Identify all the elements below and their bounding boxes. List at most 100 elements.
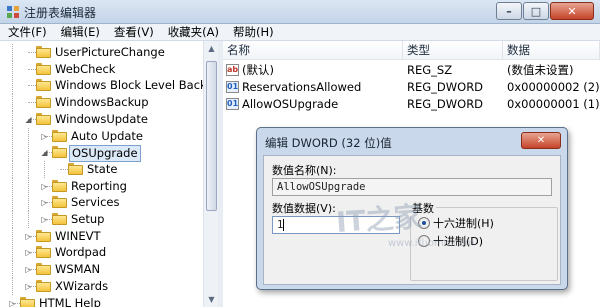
tree-guide-line	[28, 127, 29, 145]
tree-guide-line	[12, 211, 13, 228]
tree-node-label: OSUpgrade	[69, 145, 141, 163]
close-icon: ✕	[567, 4, 577, 18]
maximize-icon: □	[530, 4, 542, 18]
tree-node[interactable]: ▷ Reporting	[0, 177, 203, 195]
folder-icon	[36, 46, 51, 58]
tree-guide-line	[12, 261, 13, 279]
close-button[interactable]: ✕	[550, 2, 594, 20]
folder-icon	[36, 96, 51, 109]
expand-arrow-icon[interactable]: ▷	[40, 182, 49, 191]
tree-scrollbar[interactable]: ▲ ▼	[203, 41, 218, 307]
folder-icon	[52, 196, 67, 209]
watermark-logo: IT之家	[335, 200, 423, 239]
window-title: 注册表编辑器	[24, 6, 97, 20]
expand-arrow-icon[interactable]: ▷	[24, 282, 33, 291]
tree-node-label: UserPictureChange	[55, 45, 165, 59]
value-type-cell: REG_DWORD	[407, 97, 484, 111]
menu-view[interactable]: 查看(V)	[106, 24, 160, 40]
tree-node-label: Auto Update	[71, 128, 144, 143]
tree-node-label: Wordpad	[55, 245, 107, 260]
tree-guide-line	[12, 277, 13, 295]
value-type-cell: REG_DWORD	[407, 80, 484, 94]
value-data-cell: 0x00000002 (2)	[507, 80, 600, 94]
folder-icon	[36, 279, 51, 292]
dword-value-icon: 01	[226, 98, 239, 110]
scroll-thumb[interactable]	[206, 61, 217, 211]
value-name-cell: AllowOSUpgrade	[242, 97, 339, 111]
menu-file[interactable]: 文件(F)	[0, 24, 53, 40]
menu-help[interactable]: 帮助(H)	[225, 24, 280, 40]
tree-node-label: WINEVT	[55, 228, 101, 243]
folder-icon	[36, 62, 51, 75]
value-data-cell: (数值未设置)	[507, 63, 574, 77]
folder-icon	[52, 213, 67, 225]
ithome-watermark: IT之家 www.ithome.com	[335, 198, 474, 258]
tree-guide-line	[12, 110, 13, 128]
value-data-cell: 0x00000001 (1)	[507, 97, 600, 111]
expand-arrow-icon[interactable]: ▷	[40, 198, 49, 207]
value-row[interactable]: 01 AllowOSUpgrade REG_DWORD 0x00000001 (1)	[223, 96, 600, 113]
maximize-button[interactable]: □	[523, 2, 549, 20]
value-name-cell: ReservationsAllowed	[242, 80, 362, 94]
registry-key-tree[interactable]: UserPictureChange WebCheck Windows Block L…	[0, 41, 218, 307]
tree-node[interactable]: ▷ WSMAN	[0, 261, 203, 279]
menu-edit[interactable]: 编辑(E)	[53, 24, 106, 40]
folder-icon	[52, 179, 67, 192]
tree-node-label: Windows Block Level Backup	[55, 78, 218, 93]
tree-guide-line	[12, 160, 13, 178]
tree-node[interactable]: ▷ Setup	[0, 211, 203, 228]
value-row[interactable]: ab (默认) REG_SZ (数值未设置)	[223, 62, 600, 79]
column-header-name[interactable]: 名称	[223, 41, 403, 60]
tree-node[interactable]: ▷ HTML Help	[0, 295, 203, 307]
folder-icon	[36, 246, 51, 259]
tree-node-label: WebCheck	[55, 61, 116, 76]
column-header-data[interactable]: 数据	[503, 41, 600, 60]
scroll-up-icon[interactable]: ▲	[204, 41, 219, 56]
tree-guide-line	[28, 144, 29, 162]
value-name-cell: (默认)	[242, 63, 274, 77]
expand-arrow-icon[interactable]: ▷	[40, 215, 49, 224]
tree-node[interactable]: WindowsBackup	[0, 94, 203, 112]
tree-node[interactable]: WebCheck	[0, 60, 203, 78]
tree-node[interactable]: Windows Block Level Backup	[0, 77, 218, 95]
tree-node[interactable]: ◢ WindowsUpdate	[0, 110, 203, 128]
value-data-label: 数值数据(V):	[272, 202, 336, 215]
folder-icon	[36, 263, 51, 276]
tree-node[interactable]: ▷ Wordpad	[0, 244, 203, 262]
folder-icon	[68, 162, 83, 175]
tree-node[interactable]: ◢ OSUpgrade	[0, 144, 203, 163]
tree-node-label: HTML Help	[39, 295, 101, 307]
column-header-type[interactable]: 类型	[403, 41, 503, 60]
tree-node[interactable]: ▷ Auto Update	[0, 127, 203, 145]
expand-arrow-icon[interactable]: ▷	[8, 299, 17, 307]
expand-arrow-icon[interactable]: ▷	[24, 232, 33, 241]
tree-guide-line	[12, 127, 13, 145]
tree-node[interactable]: ▷ XWizards	[0, 277, 203, 295]
menu-favorites[interactable]: 收藏夹(A)	[160, 24, 225, 40]
dialog-close-button[interactable]: ✕	[521, 132, 561, 149]
folder-icon	[52, 129, 67, 142]
tree-node[interactable]: UserPictureChange	[0, 44, 203, 61]
tree-node-label: Setup	[71, 212, 105, 226]
tree-guide-line	[28, 211, 29, 228]
minimize-button[interactable]: –	[496, 2, 522, 20]
tree-node-label: WSMAN	[55, 262, 101, 277]
expand-arrow-icon[interactable]: ▷	[40, 132, 49, 141]
value-row[interactable]: 01 ReservationsAllowed REG_DWORD 0x00000002…	[223, 79, 600, 96]
collapse-arrow-icon[interactable]: ◢	[40, 148, 49, 157]
tree-guide-line	[12, 44, 13, 61]
tree-node[interactable]: ▷ Services	[0, 194, 203, 212]
tree-guide-line	[44, 160, 45, 178]
expand-arrow-icon[interactable]: ▷	[24, 265, 33, 274]
expand-arrow-icon[interactable]: ▷	[24, 248, 33, 257]
tree-node[interactable]: ▷ WINEVT	[0, 227, 203, 245]
scroll-down-icon[interactable]: ▼	[204, 292, 219, 307]
value-type-cell: REG_SZ	[407, 63, 453, 77]
tree-guide-line	[12, 60, 13, 78]
tree-guide-line	[28, 194, 29, 212]
dword-value-icon: 01	[226, 81, 239, 93]
collapse-arrow-icon[interactable]: ◢	[24, 115, 33, 124]
folder-icon	[36, 79, 51, 92]
title-bar: 注册表编辑器 – □ ✕	[0, 0, 600, 24]
tree-node[interactable]: State	[0, 160, 203, 178]
